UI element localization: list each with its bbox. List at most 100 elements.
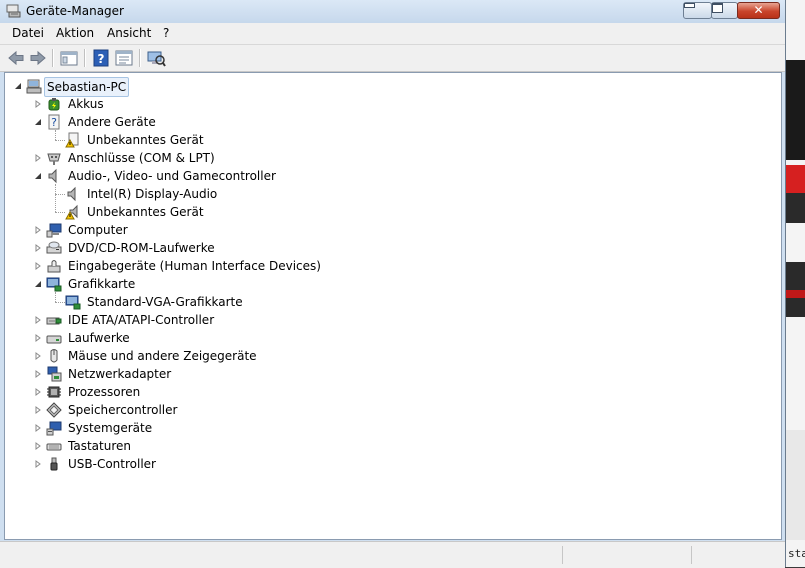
menu-aktion[interactable]: Aktion — [56, 26, 94, 40]
warning-speaker-icon — [65, 204, 78, 220]
tree-item[interactable]: Eingabegeräte (Human Interface Devices) — [5, 257, 321, 275]
toolbar: ? — [0, 45, 785, 72]
processor-icon — [47, 386, 61, 398]
tree-item-label: Akkus — [68, 97, 104, 111]
console-tree-icon[interactable] — [59, 48, 79, 68]
tree-item[interactable]: Netzwerkadapter — [5, 365, 305, 383]
collapse-icon[interactable] — [34, 118, 42, 126]
tree-item[interactable]: USB-Controller — [5, 455, 305, 473]
device-manager-window: Geräte-Manager ✕ Datei Aktion Ansicht ? … — [0, 0, 786, 568]
collapse-icon[interactable] — [34, 172, 42, 180]
minimize-button[interactable] — [683, 2, 712, 19]
expand-icon[interactable] — [34, 100, 42, 108]
expand-icon[interactable] — [34, 388, 42, 396]
keyboard-icon — [46, 443, 62, 451]
title-bar[interactable]: Geräte-Manager ✕ — [0, 0, 785, 23]
expand-icon[interactable] — [34, 262, 42, 270]
expand-icon[interactable] — [34, 406, 42, 414]
tree-item-label: USB-Controller — [68, 457, 156, 471]
speaker-icon — [48, 168, 57, 184]
tree-item-label: IDE ATA/ATAPI-Controller — [68, 313, 215, 327]
usb-icon — [50, 457, 58, 471]
tree-item[interactable]: Computer — [5, 221, 305, 239]
tree-item[interactable]: Akkus — [5, 95, 305, 113]
tree-item-label: Andere Geräte — [68, 115, 156, 129]
tree-item-label: Laufwerke — [68, 331, 130, 345]
disk-drive-icon — [46, 335, 62, 344]
menu-help[interactable]: ? — [163, 26, 169, 40]
tree-item[interactable]: Systemgeräte — [5, 419, 305, 437]
tree-item-label: Computer — [68, 223, 128, 237]
menu-datei[interactable]: Datei — [12, 26, 44, 40]
tree-item-label: Systemgeräte — [68, 421, 153, 435]
tree-item-label: Prozessoren — [68, 385, 141, 399]
tree-item[interactable]: Grafikkarte — [5, 275, 305, 293]
tree-child-item[interactable]: Unbekanntes Gerät — [5, 131, 305, 149]
help-icon[interactable]: ? — [91, 48, 111, 68]
close-icon: ✕ — [753, 3, 764, 17]
tree-item-label: Audio-, Video- und Gamecontroller — [68, 169, 276, 183]
expand-icon[interactable] — [34, 334, 42, 342]
warning-device-icon — [65, 132, 79, 148]
desktop-text: sta — [788, 547, 805, 560]
svg-text:?: ? — [98, 52, 105, 66]
tree-item[interactable]: Prozessoren — [5, 383, 305, 401]
system-device-icon — [46, 421, 62, 436]
desktop-background: sta — [786, 0, 805, 567]
tree-child-item[interactable]: Unbekanntes Gerät — [5, 203, 305, 221]
svg-text:?: ? — [51, 116, 57, 129]
tree-item[interactable]: IDE ATA/ATAPI-Controller — [5, 311, 305, 329]
tree-item[interactable]: Audio-, Video- und Gamecontroller — [5, 167, 305, 185]
tree-item[interactable]: Tastaturen — [5, 437, 305, 455]
tree-item[interactable]: Anschlüsse (COM & LPT) — [5, 149, 305, 167]
tree-item-label: Netzwerkadapter — [68, 367, 172, 381]
display-adapter-icon — [46, 277, 62, 292]
computer-icon — [46, 223, 62, 238]
expand-icon[interactable] — [34, 370, 42, 378]
expand-icon[interactable] — [34, 316, 42, 324]
close-button[interactable]: ✕ — [737, 2, 780, 19]
tree-item[interactable]: Mäuse und andere Zeigegeräte — [5, 347, 305, 365]
back-arrow-icon[interactable] — [6, 48, 26, 68]
tree-child-label: Unbekanntes Gerät — [87, 205, 204, 219]
expand-icon[interactable] — [34, 424, 42, 432]
device-tree[interactable]: Sebastian-PC Akkus ? Andere Geräte Unbek… — [4, 72, 782, 540]
tree-item-label: Eingabegeräte (Human Interface Devices) — [68, 259, 321, 273]
minimize-icon — [684, 3, 695, 8]
scan-hardware-icon[interactable] — [146, 48, 166, 68]
tree-root[interactable]: Sebastian-PC — [5, 77, 205, 97]
network-adapter-icon — [47, 366, 62, 382]
expand-icon[interactable] — [34, 460, 42, 468]
mouse-icon — [50, 349, 58, 363]
tree-child-label: Standard-VGA-Grafikkarte — [87, 295, 243, 309]
status-cell-1 — [562, 546, 691, 564]
ide-controller-icon — [46, 317, 62, 325]
tree-item[interactable]: Laufwerke — [5, 329, 305, 347]
dvd-drive-icon — [46, 241, 62, 254]
tree-item-label: Speichercontroller — [68, 403, 178, 417]
root-label: Sebastian-PC — [44, 77, 130, 97]
expand-icon[interactable] — [34, 352, 42, 360]
expand-icon[interactable] — [34, 244, 42, 252]
tree-item-label: DVD/CD-ROM-Laufwerke — [68, 241, 215, 255]
tree-item[interactable]: Speichercontroller — [5, 401, 305, 419]
tree-child-item[interactable]: Intel(R) Display-Audio — [5, 185, 305, 203]
expand-icon[interactable] — [34, 154, 42, 162]
window-title: Geräte-Manager — [26, 4, 124, 18]
tree-item[interactable]: ? Andere Geräte — [5, 113, 305, 131]
expand-icon[interactable] — [34, 442, 42, 450]
tree-item[interactable]: DVD/CD-ROM-Laufwerke — [5, 239, 305, 257]
speaker-icon — [67, 186, 76, 202]
collapse-icon[interactable] — [14, 82, 22, 90]
menu-ansicht[interactable]: Ansicht — [107, 26, 151, 40]
display-adapter-icon — [65, 295, 81, 310]
status-bar — [0, 541, 785, 568]
computer-root-icon — [26, 79, 42, 94]
expand-icon[interactable] — [34, 226, 42, 234]
properties-icon[interactable] — [114, 48, 134, 68]
menu-bar: Datei Aktion Ansicht ? — [0, 23, 785, 45]
forward-arrow-icon[interactable] — [28, 48, 48, 68]
maximize-button[interactable] — [711, 2, 738, 19]
tree-child-item[interactable]: Standard-VGA-Grafikkarte — [5, 293, 305, 311]
collapse-icon[interactable] — [34, 280, 42, 288]
